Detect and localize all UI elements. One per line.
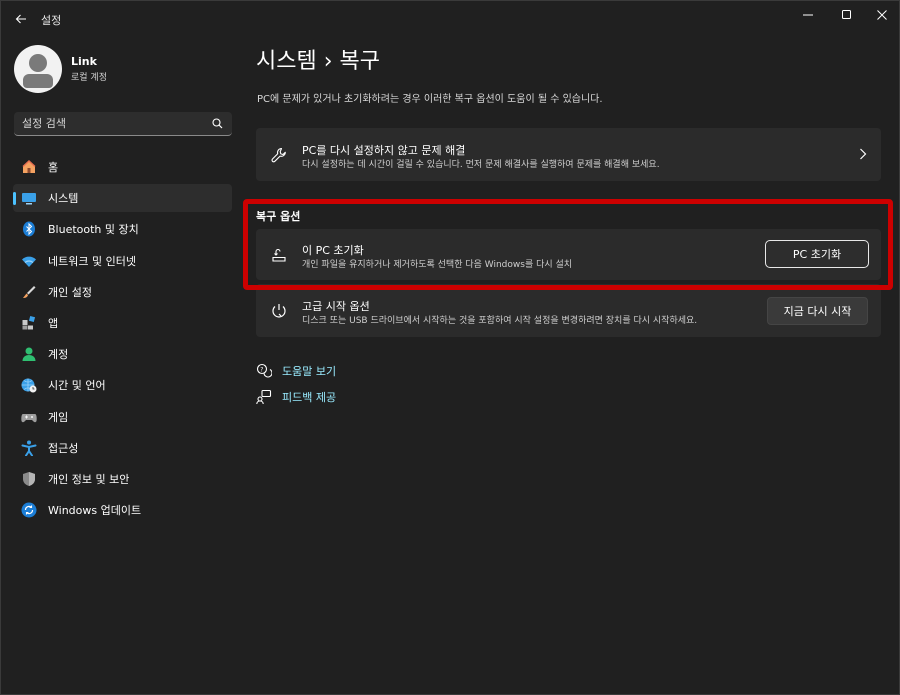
help-link-label[interactable]: 도움말 보기	[282, 363, 336, 379]
search-icon[interactable]	[212, 118, 223, 129]
account-icon	[21, 346, 37, 362]
troubleshoot-subtitle: 다시 설정하는 데 시간이 걸릴 수 있습니다. 먼저 문제 해결사를 실행하여…	[302, 160, 660, 170]
profile-account-type: 로컬 계정	[71, 73, 107, 83]
app-title: 설정	[41, 14, 62, 27]
system-icon	[21, 190, 37, 206]
sidebar-nav: 홈 시스템 Bluetooth 및 장치 네트워크 및 인터넷 개인 설정 앱 …	[13, 153, 232, 527]
sidebar-item-label: 게임	[48, 410, 69, 424]
shield-icon	[21, 471, 37, 487]
search-input[interactable]	[22, 117, 202, 130]
svg-text:?: ?	[260, 366, 263, 373]
advanced-startup-title: 고급 시작 옵션	[302, 300, 370, 313]
help-chat-icon: ?	[256, 363, 272, 379]
accessibility-icon	[21, 440, 37, 456]
page-title: 시스템 › 복구	[256, 49, 380, 74]
chevron-right-icon	[860, 148, 867, 160]
sidebar-item-label: 네트워크 및 인터넷	[48, 254, 136, 268]
maximize-icon	[842, 10, 851, 19]
advanced-startup-icon	[270, 302, 288, 320]
sidebar-item-label: 시스템	[48, 192, 79, 206]
gamepad-icon	[21, 409, 37, 425]
bluetooth-icon	[21, 221, 37, 237]
advanced-startup-card: 고급 시작 옵션 디스크 또는 USB 드라이브에서 시작하는 것을 포함하여 …	[256, 284, 881, 337]
arrow-left-icon	[15, 14, 26, 24]
settings-search[interactable]	[14, 112, 232, 136]
minimize-button[interactable]	[789, 1, 827, 29]
sidebar-item-gaming[interactable]: 게임	[13, 403, 232, 431]
home-icon	[21, 159, 37, 175]
sidebar-item-home[interactable]: 홈	[13, 153, 232, 181]
sidebar-item-label: 시간 및 언어	[48, 379, 106, 393]
sidebar-item-network[interactable]: 네트워크 및 인터넷	[13, 247, 232, 275]
update-icon	[21, 502, 37, 518]
troubleshoot-card[interactable]: PC를 다시 설정하지 않고 문제 해결 다시 설정하는 데 시간이 걸릴 수 …	[256, 128, 881, 181]
wifi-icon	[21, 253, 37, 269]
page-description: PC에 문제가 있거나 초기화하려는 경우 이러한 복구 옵션이 도움이 될 수…	[257, 94, 603, 105]
maximize-button[interactable]	[828, 1, 866, 29]
close-icon	[877, 10, 887, 20]
minimize-icon	[803, 14, 813, 16]
brush-icon	[21, 284, 37, 300]
sidebar-item-label: Windows 업데이트	[48, 504, 142, 518]
sidebar-item-personalization[interactable]: 개인 설정	[13, 278, 232, 306]
sidebar-item-time-language[interactable]: 시간 및 언어	[13, 371, 232, 399]
globe-clock-icon	[21, 377, 37, 393]
sidebar-item-accounts[interactable]: 계정	[13, 340, 232, 368]
sidebar-item-label: 개인 설정	[48, 285, 92, 299]
sidebar-item-system[interactable]: 시스템	[13, 184, 232, 213]
sidebar-item-label: 계정	[48, 348, 69, 362]
sidebar-item-label: 개인 정보 및 보안	[48, 472, 130, 486]
sidebar-item-windows-update[interactable]: Windows 업데이트	[13, 496, 232, 524]
feedback-link-label[interactable]: 피드백 제공	[282, 389, 336, 405]
feedback-link[interactable]: 피드백 제공	[256, 389, 336, 405]
feedback-icon	[256, 389, 272, 405]
close-button[interactable]	[863, 1, 900, 29]
back-button[interactable]	[9, 7, 33, 31]
sidebar-item-label: 접근성	[48, 441, 79, 455]
help-link[interactable]: ? 도움말 보기	[256, 363, 336, 379]
sidebar-item-accessibility[interactable]: 접근성	[13, 434, 232, 462]
troubleshoot-title: PC를 다시 설정하지 않고 문제 해결	[302, 144, 466, 157]
sidebar-item-bluetooth[interactable]: Bluetooth 및 장치	[13, 215, 232, 243]
profile-name: Link	[71, 55, 97, 68]
title-bar: 설정	[1, 1, 899, 37]
sidebar-item-label: 홈	[48, 161, 59, 174]
highlight-box	[243, 199, 893, 290]
sidebar-item-label: Bluetooth 및 장치	[48, 223, 139, 237]
sidebar-item-label: 앱	[48, 316, 59, 330]
sidebar-item-apps[interactable]: 앱	[13, 309, 232, 337]
user-profile[interactable]: Link 로컬 계정	[14, 45, 107, 93]
restart-now-button[interactable]: 지금 다시 시작	[767, 297, 868, 325]
avatar	[14, 45, 62, 93]
settings-window: 설정 Link 로컬 계정 홈	[0, 0, 900, 695]
advanced-startup-subtitle: 디스크 또는 USB 드라이브에서 시작하는 것을 포함하여 시작 설정을 변경…	[302, 316, 698, 326]
sidebar-item-privacy-security[interactable]: 개인 정보 및 보안	[13, 465, 232, 493]
wrench-icon	[270, 146, 288, 164]
apps-icon	[21, 315, 37, 331]
